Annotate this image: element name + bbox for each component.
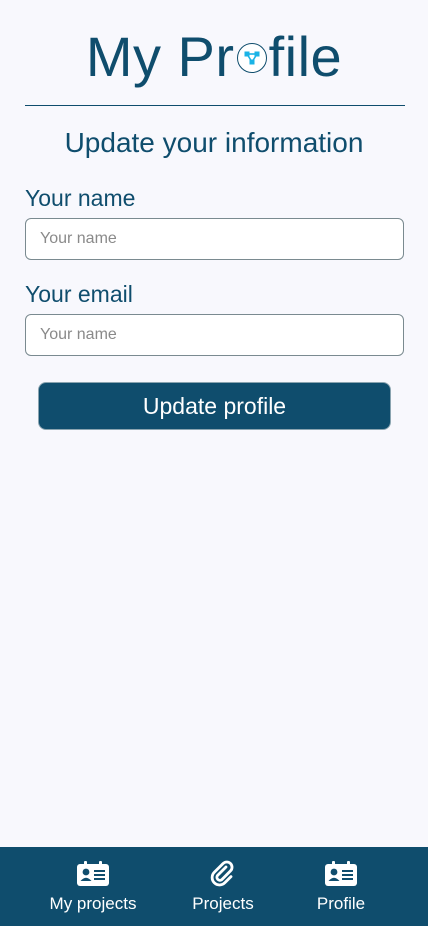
email-input[interactable] xyxy=(25,314,404,356)
page-title-end: file xyxy=(268,25,343,88)
bottom-nav: My projects Projects Profile xyxy=(0,847,428,926)
title-divider xyxy=(25,105,405,106)
name-label: Your name xyxy=(25,185,136,211)
email-label: Your email xyxy=(25,281,133,307)
form-heading: Update your information xyxy=(64,127,364,158)
nav-label-profile: Profile xyxy=(316,894,366,913)
network-nodes-icon xyxy=(236,43,267,74)
nav-item-profile[interactable]: Profile xyxy=(301,847,381,926)
update-profile-button[interactable]: Update profile xyxy=(38,382,391,430)
id-card-icon xyxy=(76,860,110,888)
nav-item-my-projects[interactable]: My projects xyxy=(38,847,148,926)
nav-label-my-projects: My projects xyxy=(49,894,137,913)
page-title: My Pr file xyxy=(0,24,428,90)
nav-item-projects[interactable]: Projects xyxy=(178,847,268,926)
name-input[interactable] xyxy=(25,218,404,260)
id-card-icon xyxy=(324,860,358,888)
nav-label-projects: Projects xyxy=(192,894,254,913)
paperclip-icon xyxy=(209,860,237,888)
page-title-start: My Pr xyxy=(85,25,235,88)
